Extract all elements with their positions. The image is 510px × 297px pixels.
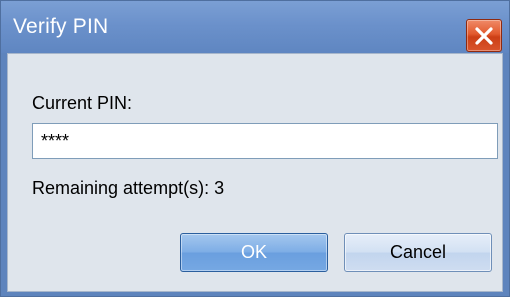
remaining-attempts-text: Remaining attempt(s): 3	[32, 178, 225, 198]
current-pin-label: Current PIN:	[32, 93, 133, 113]
dialog-body: Current PIN: Remaining attempt(s): 3 OK …	[7, 53, 503, 292]
ok-button[interactable]: OK	[180, 233, 328, 272]
current-pin-input[interactable]	[32, 123, 498, 159]
window-title: Verify PIN	[13, 15, 109, 38]
cancel-button[interactable]: Cancel	[344, 233, 492, 272]
verify-pin-dialog: Verify PIN Current PIN: Remaining attemp…	[0, 0, 510, 297]
title-bar[interactable]: Verify PIN	[1, 1, 509, 53]
close-icon	[475, 27, 493, 45]
close-button[interactable]	[466, 19, 502, 52]
